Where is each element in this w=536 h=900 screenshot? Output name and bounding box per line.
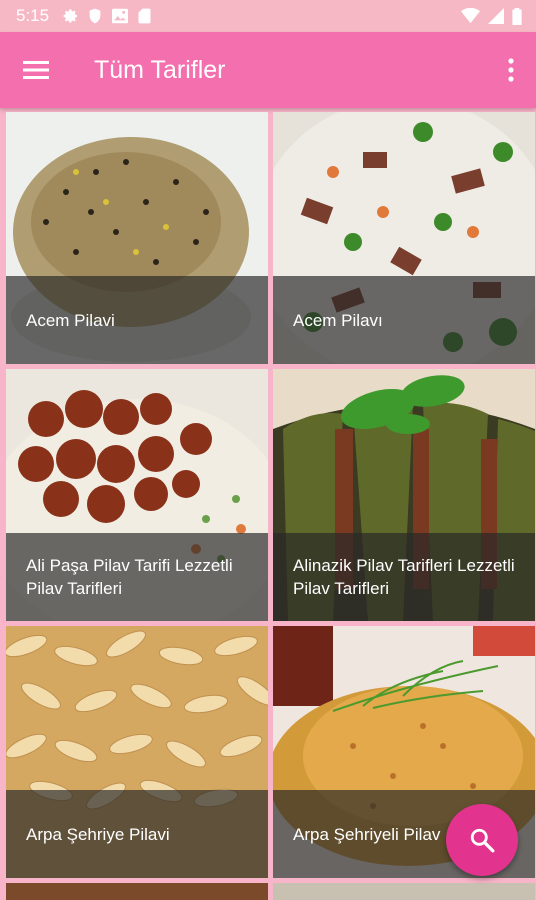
app-bar: Tüm Tarifler xyxy=(0,32,536,108)
hamburger-icon xyxy=(23,61,49,79)
system-icons xyxy=(461,7,522,25)
recipe-title: Arpa Şehriye Pilavi xyxy=(6,790,268,878)
more-options-button[interactable] xyxy=(486,32,536,108)
recipe-title: Acem Pilavı xyxy=(273,276,535,364)
more-vert-icon xyxy=(508,58,514,82)
search-fab[interactable] xyxy=(446,804,518,876)
page-title: Tüm Tarifler xyxy=(94,55,226,84)
recipe-card[interactable] xyxy=(6,883,268,900)
status-bar: 5:15 xyxy=(0,0,536,32)
recipe-title: Acem Pilavi xyxy=(6,276,268,364)
recipe-card[interactable]: Acem Pilavi xyxy=(6,112,268,364)
wifi-icon xyxy=(461,8,480,24)
recipe-card[interactable]: Acem Pilavı xyxy=(273,112,535,364)
recipe-card[interactable]: Arpa Şehriye Pilavi xyxy=(6,626,268,878)
search-icon xyxy=(470,828,495,853)
recipe-card[interactable]: Alinazik Pilav Tarifleri Lezzetli Pilav … xyxy=(273,369,535,621)
battery-icon xyxy=(512,7,522,25)
recipe-grid: Acem Pilavi Acem Pilavı Ali Paşa Pilav T… xyxy=(0,108,536,900)
shield-icon xyxy=(89,8,101,24)
menu-button[interactable] xyxy=(0,32,72,108)
recipe-title: Ali Paşa Pilav Tarifi Lezzetli Pilav Tar… xyxy=(6,533,268,621)
settings-icon xyxy=(63,9,78,23)
status-time: 5:15 xyxy=(16,6,50,25)
recipe-card[interactable]: Ali Paşa Pilav Tarifi Lezzetli Pilav Tar… xyxy=(6,369,268,621)
recipe-title: Alinazik Pilav Tarifleri Lezzetli Pilav … xyxy=(273,533,535,621)
sd-card-icon xyxy=(138,8,151,24)
signal-icon xyxy=(488,8,504,24)
notification-icons xyxy=(63,8,151,24)
image-icon xyxy=(112,8,129,24)
recipe-card[interactable] xyxy=(273,883,535,900)
